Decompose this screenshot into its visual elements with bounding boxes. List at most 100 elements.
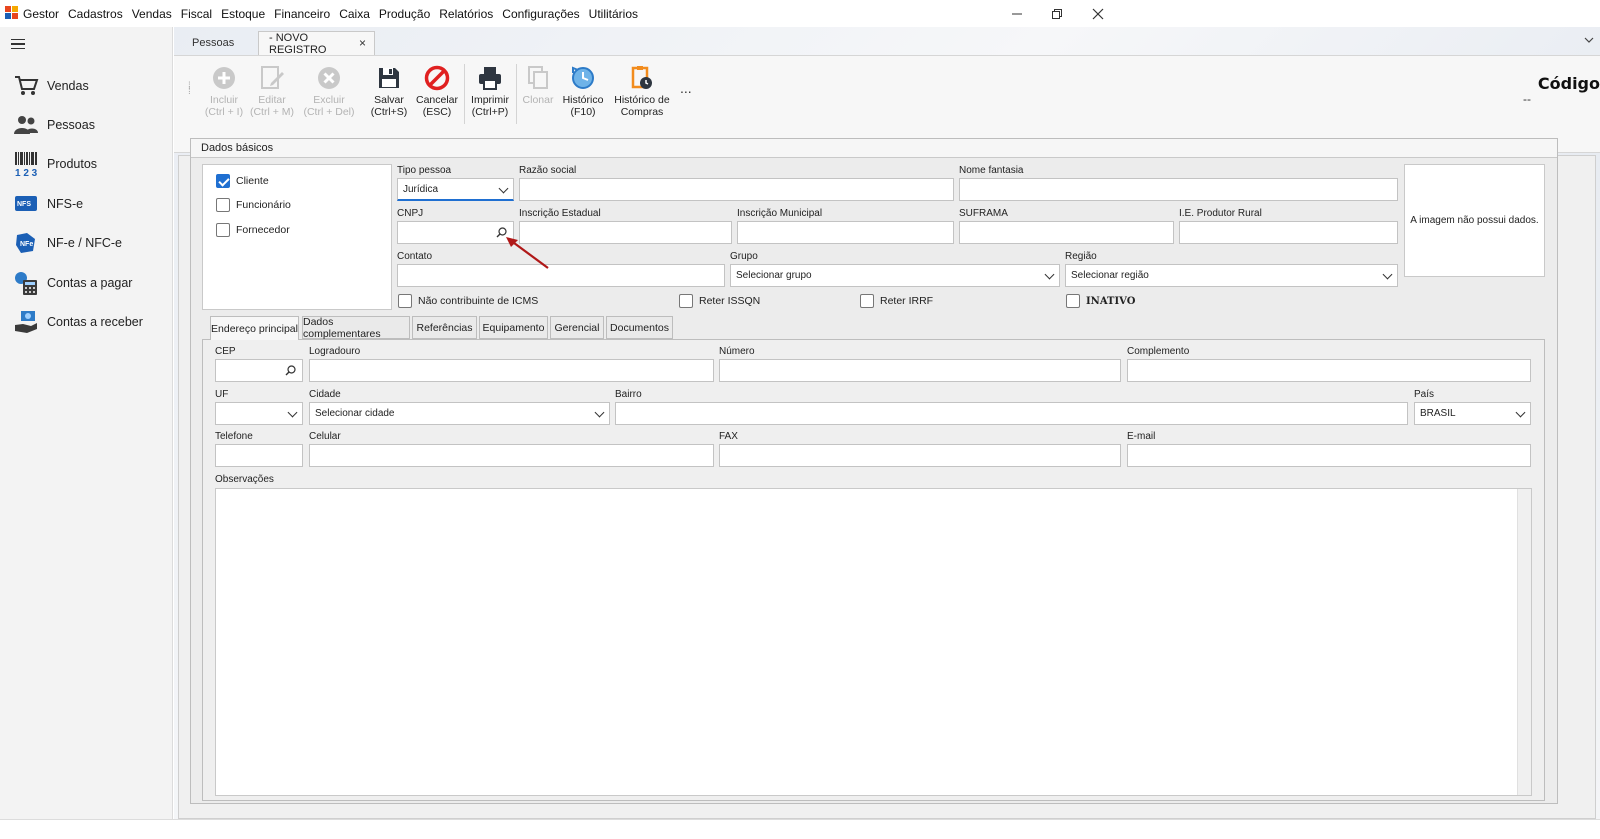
tab-dados-complementares[interactable]: Dados complementares bbox=[302, 316, 410, 340]
bairro-input[interactable] bbox=[615, 402, 1408, 425]
sidebar-item-nfe[interactable]: NFe NF-e / NFC-e bbox=[12, 228, 170, 258]
imprimir-button[interactable]: Imprimir (Ctrl+P) bbox=[468, 64, 512, 124]
cancelar-button[interactable]: Cancelar (ESC) bbox=[414, 64, 460, 124]
razao-social-label: Razão social bbox=[519, 165, 577, 176]
cidade-select[interactable]: Selecionar cidade bbox=[309, 402, 610, 425]
purchase-history-icon bbox=[628, 64, 656, 92]
logradouro-input[interactable] bbox=[309, 359, 714, 382]
nao-contribuinte-icms-checkbox[interactable]: Não contribuinte de ICMS bbox=[398, 294, 538, 308]
floppy-disk-icon bbox=[375, 64, 403, 92]
toolbar-grip-icon[interactable]: ⁞ ⁞ bbox=[188, 82, 192, 97]
sidebar-item-label: Contas a receber bbox=[47, 315, 143, 329]
menu-caixa[interactable]: Caixa bbox=[339, 7, 370, 21]
inativo-checkbox[interactable]: INATIVO bbox=[1066, 294, 1135, 308]
chevron-down-icon bbox=[1515, 407, 1526, 418]
toolbar-separator bbox=[516, 64, 517, 124]
menu-cadastros[interactable]: Cadastros bbox=[68, 7, 123, 21]
svg-text:1 2 3: 1 2 3 bbox=[15, 168, 38, 177]
tab-endereco-principal[interactable]: Endereço principal bbox=[210, 316, 299, 340]
email-input[interactable] bbox=[1127, 444, 1531, 467]
image-box[interactable]: A imagem não possui dados. bbox=[1404, 164, 1545, 277]
sidebar-item-produtos[interactable]: 1 2 3 Produtos bbox=[12, 149, 170, 179]
tab-novo-registro[interactable]: - NOVO REGISTRO × bbox=[258, 31, 375, 56]
sidebar-item-label: NF-e / NFC-e bbox=[47, 236, 122, 250]
excluir-button[interactable]: Excluir (Ctrl + Del) bbox=[301, 64, 357, 124]
contato-input[interactable] bbox=[397, 264, 725, 287]
regiao-select[interactable]: Selecionar região bbox=[1065, 264, 1398, 287]
chevron-down-icon bbox=[1382, 269, 1393, 280]
sidebar-item-contas-receber[interactable]: Contas a receber bbox=[12, 307, 170, 337]
sidebar-item-nfse[interactable]: NFS NFS-e bbox=[12, 189, 170, 219]
cliente-checkbox[interactable]: Cliente bbox=[216, 174, 269, 188]
hamburger-menu-icon[interactable] bbox=[11, 39, 25, 49]
tipo-pessoa-select[interactable]: Jurídica bbox=[397, 178, 514, 201]
sidebar-item-vendas[interactable]: Vendas bbox=[12, 71, 170, 101]
complemento-input[interactable] bbox=[1127, 359, 1531, 382]
incluir-button[interactable]: Incluir (Ctrl + I) bbox=[202, 64, 246, 124]
history-icon bbox=[569, 64, 597, 92]
menu-financeiro[interactable]: Financeiro bbox=[274, 7, 330, 21]
menu-fiscal[interactable]: Fiscal bbox=[181, 7, 212, 21]
menu-bar: Gestor Cadastros Vendas Fiscal Estoque F… bbox=[23, 0, 647, 27]
tab-gerencial[interactable]: Gerencial bbox=[550, 316, 604, 339]
tab-referencias[interactable]: Referências bbox=[412, 316, 477, 339]
menu-utilitarios[interactable]: Utilitários bbox=[589, 7, 638, 21]
tab-documentos[interactable]: Documentos bbox=[606, 316, 673, 339]
menu-producao[interactable]: Produção bbox=[379, 7, 430, 21]
telefone-input[interactable] bbox=[215, 444, 303, 467]
tab-pessoas[interactable]: Pessoas bbox=[182, 31, 262, 55]
salvar-button[interactable]: Salvar (Ctrl+S) bbox=[367, 64, 411, 124]
panel-title: Dados básicos bbox=[191, 139, 1557, 158]
regiao-label: Região bbox=[1065, 251, 1097, 262]
fax-input[interactable] bbox=[719, 444, 1121, 467]
search-icon[interactable] bbox=[285, 365, 296, 376]
checkbox-icon bbox=[860, 294, 874, 308]
suframa-input[interactable] bbox=[959, 221, 1174, 244]
restore-icon[interactable] bbox=[1034, 0, 1080, 27]
sidebar-item-contas-pagar[interactable]: Contas a pagar bbox=[12, 268, 170, 298]
checkbox-checked-icon bbox=[216, 174, 230, 188]
printer-icon bbox=[476, 64, 504, 92]
reter-issqn-checkbox[interactable]: Reter ISSQN bbox=[679, 294, 760, 308]
uf-select[interactable] bbox=[215, 402, 303, 425]
cep-label: CEP bbox=[215, 346, 236, 357]
cep-input[interactable] bbox=[215, 359, 303, 382]
menu-relatorios[interactable]: Relatórios bbox=[439, 7, 493, 21]
tab-close-icon[interactable]: × bbox=[359, 36, 366, 50]
menu-vendas[interactable]: Vendas bbox=[132, 7, 172, 21]
sidebar-item-label: Contas a pagar bbox=[47, 276, 133, 290]
clonar-button[interactable]: Clonar bbox=[520, 64, 556, 124]
menu-gestor[interactable]: Gestor bbox=[23, 7, 59, 21]
funcionario-checkbox[interactable]: Funcionário bbox=[216, 198, 291, 212]
historico-compras-button[interactable]: Histórico de Compras bbox=[612, 64, 672, 124]
inscricao-municipal-input[interactable] bbox=[737, 221, 954, 244]
ie-produtor-rural-label: I.E. Produtor Rural bbox=[1179, 208, 1262, 219]
observacoes-textarea[interactable] bbox=[215, 488, 1532, 796]
reter-irrf-checkbox[interactable]: Reter IRRF bbox=[860, 294, 933, 308]
tab-overflow-chevron-icon[interactable] bbox=[1584, 35, 1594, 46]
pais-select[interactable]: BRASIL bbox=[1414, 402, 1531, 425]
close-icon[interactable] bbox=[1075, 0, 1121, 27]
historico-button[interactable]: Histórico (F10) bbox=[560, 64, 606, 124]
razao-social-input[interactable] bbox=[519, 178, 954, 201]
grupo-select[interactable]: Selecionar grupo bbox=[730, 264, 1060, 287]
ie-produtor-rural-input[interactable] bbox=[1179, 221, 1398, 244]
nfse-icon: NFS bbox=[12, 191, 40, 217]
toolbar-separator bbox=[464, 64, 465, 124]
editar-button[interactable]: Editar (Ctrl + M) bbox=[248, 64, 296, 124]
numero-input[interactable] bbox=[719, 359, 1121, 382]
barcode-icon: 1 2 3 bbox=[12, 151, 40, 177]
menu-estoque[interactable]: Estoque bbox=[221, 7, 265, 21]
logradouro-label: Logradouro bbox=[309, 346, 361, 357]
sidebar-item-pessoas[interactable]: Pessoas bbox=[12, 110, 170, 140]
tab-equipamento[interactable]: Equipamento bbox=[479, 316, 548, 339]
cnpj-input[interactable] bbox=[397, 221, 514, 244]
menu-configuracoes[interactable]: Configurações bbox=[502, 7, 579, 21]
vertical-scrollbar[interactable] bbox=[1517, 489, 1531, 795]
observacoes-label: Observações bbox=[215, 474, 274, 485]
nome-fantasia-input[interactable] bbox=[959, 178, 1398, 201]
toolbar-more-button[interactable]: ... bbox=[680, 80, 692, 96]
telefone-label: Telefone bbox=[215, 431, 253, 442]
fornecedor-checkbox[interactable]: Fornecedor bbox=[216, 223, 290, 237]
celular-input[interactable] bbox=[309, 444, 714, 467]
